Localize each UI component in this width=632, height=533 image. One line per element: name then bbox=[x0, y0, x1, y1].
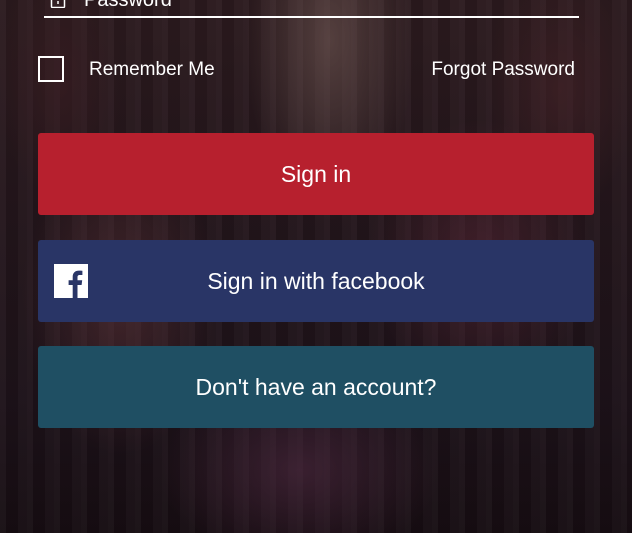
sign-up-button[interactable]: Don't have an account? bbox=[38, 346, 594, 428]
login-form: Remember Me Forgot Password Sign in Sign… bbox=[0, 0, 632, 533]
sign-in-button-label: Sign in bbox=[280, 160, 352, 187]
remember-me-label[interactable]: Remember Me bbox=[89, 59, 215, 81]
lock-icon bbox=[50, 0, 66, 9]
sign-up-button-label: Don't have an account? bbox=[195, 373, 437, 400]
remember-me-checkbox[interactable] bbox=[38, 56, 64, 82]
sign-in-button[interactable]: Sign in bbox=[38, 133, 594, 215]
facebook-button-label: Sign in with facebook bbox=[207, 267, 425, 294]
facebook-sign-in-button[interactable]: Sign in with facebook bbox=[38, 240, 594, 322]
password-input[interactable] bbox=[84, 0, 564, 13]
facebook-icon bbox=[54, 264, 88, 298]
password-field[interactable] bbox=[44, 0, 579, 18]
forgot-password-link[interactable]: Forgot Password bbox=[431, 59, 575, 81]
